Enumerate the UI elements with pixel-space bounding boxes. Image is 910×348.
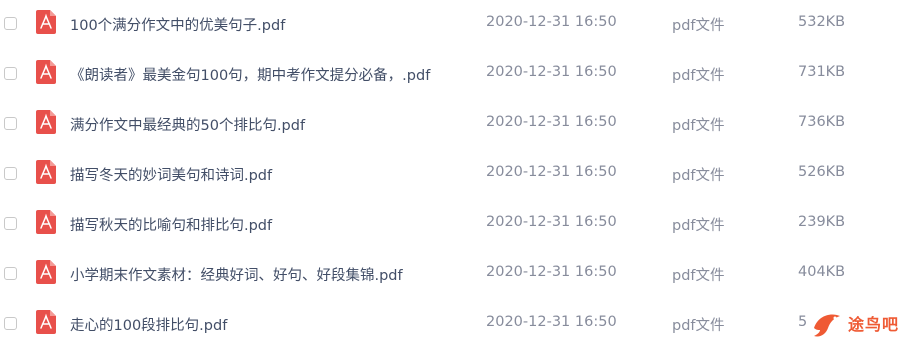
file-date: 2020-12-31 16:50 — [486, 14, 617, 30]
file-size: 5 — [798, 314, 808, 330]
file-type: pdf文件 — [672, 168, 725, 184]
file-row[interactable]: 小学期末作文素材：经典好词、好句、好段集锦.pdf 2020-12-31 16:… — [0, 250, 910, 300]
file-size: 532KB — [798, 14, 846, 30]
pdf-file-icon — [36, 210, 56, 234]
file-name[interactable]: 小学期末作文素材：经典好词、好句、好段集锦.pdf — [70, 264, 403, 285]
file-row[interactable]: 描写秋天的比喻句和排比句.pdf 2020-12-31 16:50 pdf文件 … — [0, 200, 910, 250]
row-checkbox[interactable] — [4, 17, 17, 30]
file-row[interactable]: 走心的100段排比句.pdf 2020-12-31 16:50 pdf文件 5 — [0, 300, 910, 348]
file-type: pdf文件 — [672, 218, 725, 234]
file-name[interactable]: 100个满分作文中的优美句子.pdf — [70, 14, 285, 35]
file-row[interactable]: 100个满分作文中的优美句子.pdf 2020-12-31 16:50 pdf文… — [0, 0, 910, 50]
file-type: pdf文件 — [672, 318, 725, 334]
file-size: 404KB — [798, 264, 846, 280]
file-date: 2020-12-31 16:50 — [486, 64, 617, 80]
bird-logo-icon — [810, 306, 846, 346]
file-name[interactable]: 满分作文中最经典的50个排比句.pdf — [70, 114, 305, 135]
file-name[interactable]: 走心的100段排比句.pdf — [70, 314, 227, 335]
pdf-file-icon — [36, 10, 56, 34]
file-size: 239KB — [798, 214, 846, 230]
pdf-file-icon — [36, 110, 56, 134]
file-name[interactable]: 《朗读者》最美金句100句，期中考作文提分必备，.pdf — [70, 64, 430, 85]
pdf-file-icon — [36, 310, 56, 334]
row-checkbox[interactable] — [4, 67, 17, 80]
watermark-text: 途鸟吧 — [848, 315, 900, 334]
file-size: 736KB — [798, 114, 846, 130]
row-checkbox[interactable] — [4, 117, 17, 130]
pdf-file-icon — [36, 160, 56, 184]
file-list: 100个满分作文中的优美句子.pdf 2020-12-31 16:50 pdf文… — [0, 0, 910, 348]
file-date: 2020-12-31 16:50 — [486, 114, 617, 130]
file-type: pdf文件 — [672, 268, 725, 284]
file-type: pdf文件 — [672, 68, 725, 84]
file-date: 2020-12-31 16:50 — [486, 264, 617, 280]
file-row[interactable]: 描写冬天的妙词美句和诗词.pdf 2020-12-31 16:50 pdf文件 … — [0, 150, 910, 200]
row-checkbox[interactable] — [4, 317, 17, 330]
file-name[interactable]: 描写秋天的比喻句和排比句.pdf — [70, 214, 272, 235]
row-checkbox[interactable] — [4, 167, 17, 180]
file-date: 2020-12-31 16:50 — [486, 164, 617, 180]
file-size: 526KB — [798, 164, 846, 180]
file-row[interactable]: 满分作文中最经典的50个排比句.pdf 2020-12-31 16:50 pdf… — [0, 100, 910, 150]
row-checkbox[interactable] — [4, 217, 17, 230]
pdf-file-icon — [36, 60, 56, 84]
row-checkbox[interactable] — [4, 267, 17, 280]
file-type: pdf文件 — [672, 118, 725, 134]
file-row[interactable]: 《朗读者》最美金句100句，期中考作文提分必备，.pdf 2020-12-31 … — [0, 50, 910, 100]
file-size: 731KB — [798, 64, 846, 80]
watermark: 途鸟吧 — [810, 306, 906, 346]
file-name[interactable]: 描写冬天的妙词美句和诗词.pdf — [70, 164, 272, 185]
pdf-file-icon — [36, 260, 56, 284]
file-date: 2020-12-31 16:50 — [486, 314, 617, 330]
file-date: 2020-12-31 16:50 — [486, 214, 617, 230]
file-type: pdf文件 — [672, 18, 725, 34]
